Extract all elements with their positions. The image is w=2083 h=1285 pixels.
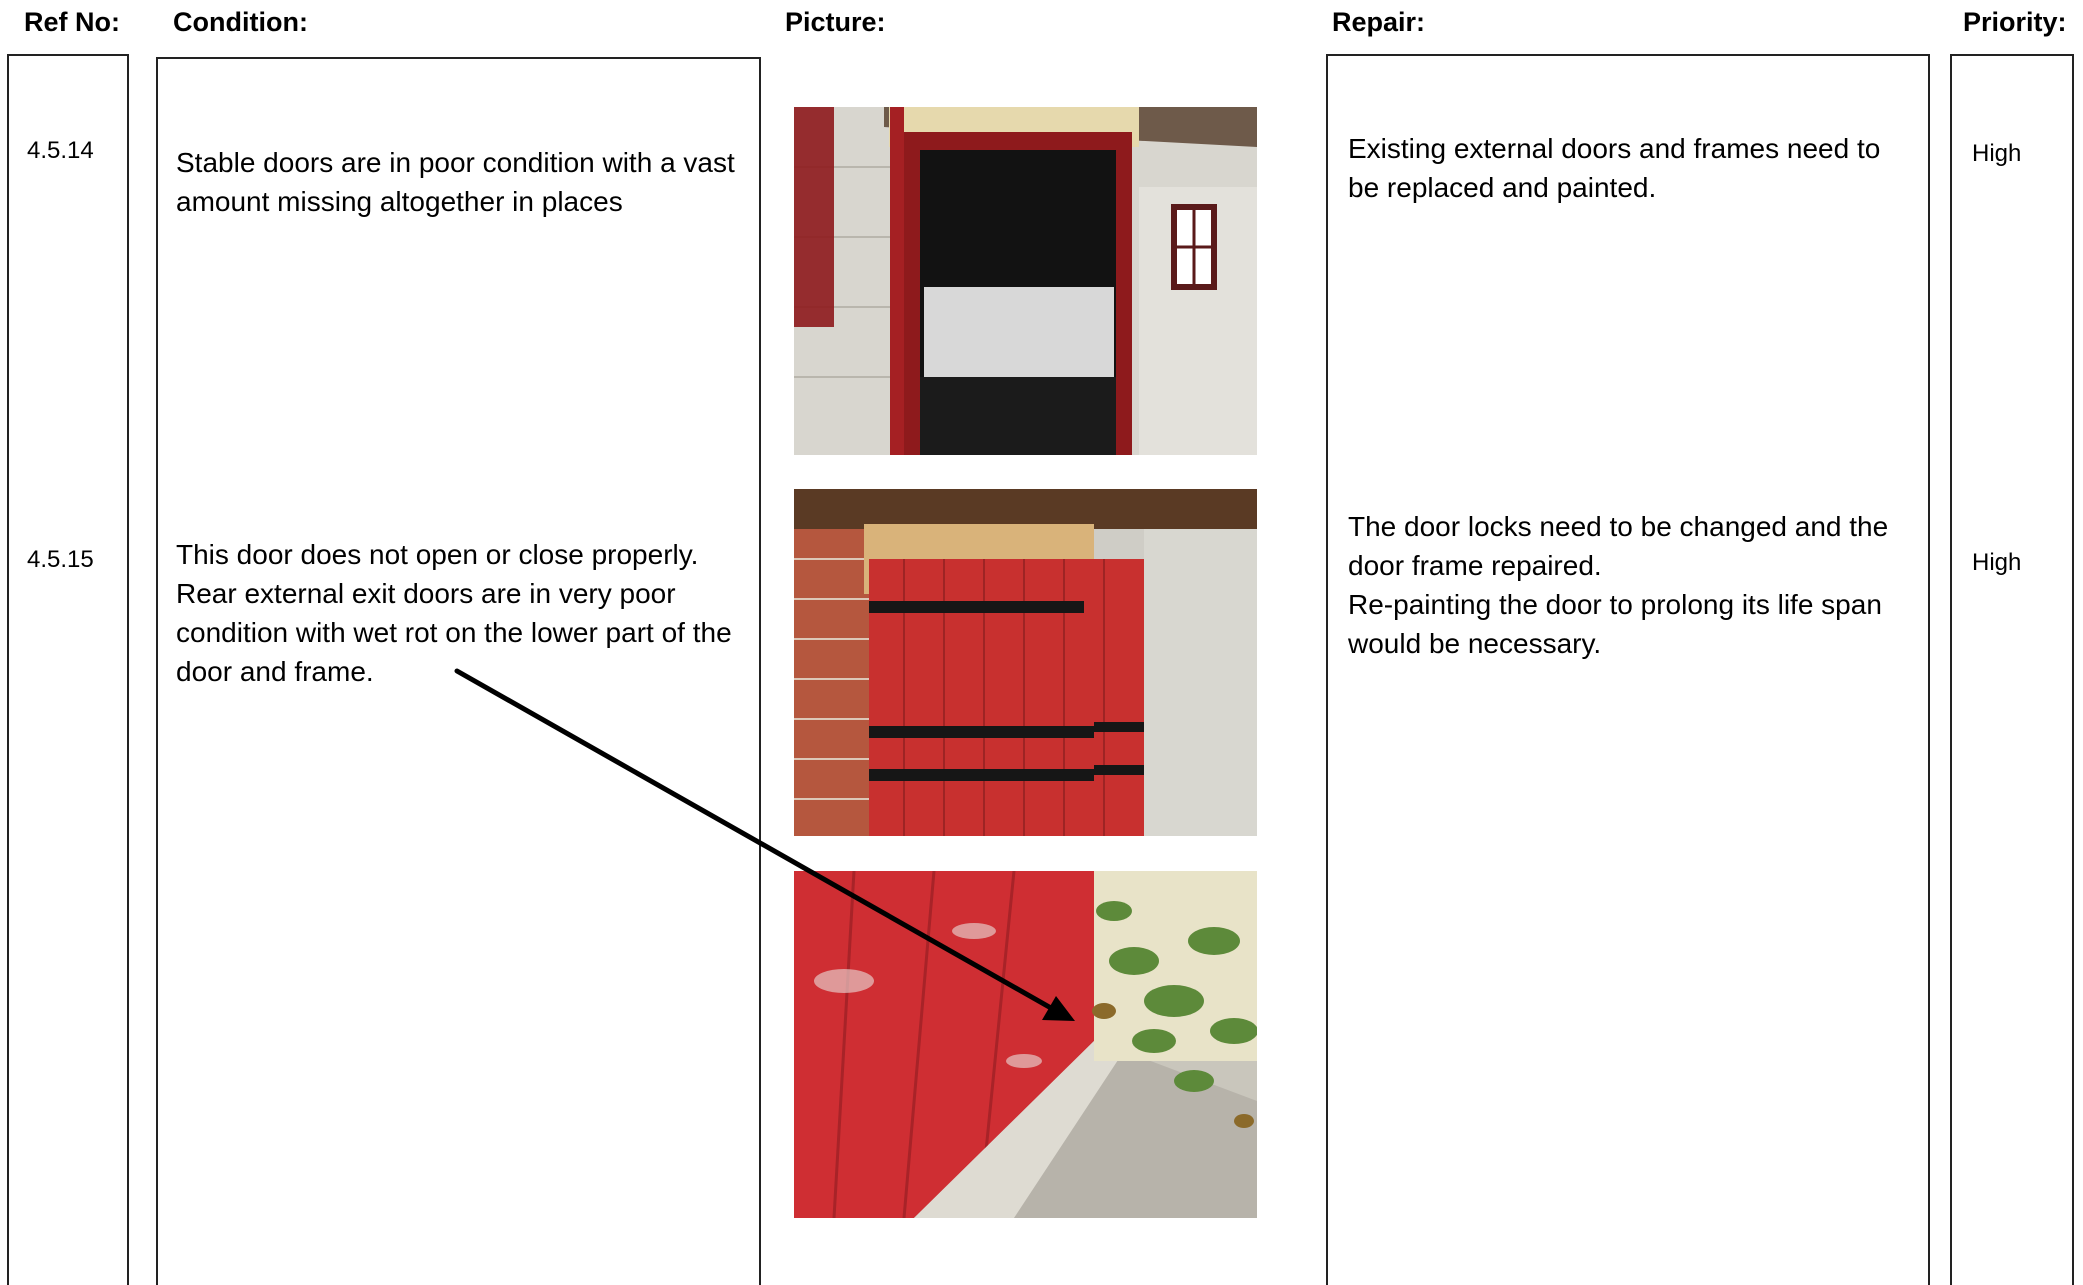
- ref-column-box: [7, 54, 129, 1285]
- stable-doorway-photo: [794, 107, 1257, 455]
- condition-text: This door does not open or close properl…: [176, 539, 732, 687]
- header-repair: Repair:: [1332, 7, 1426, 37]
- priority-value: High: [1972, 549, 2022, 576]
- repair-column-box: [1326, 54, 1930, 1285]
- repair-line: Re-painting the door to prolong its life…: [1348, 589, 1882, 659]
- door-wet-rot-photo: [794, 871, 1257, 1218]
- header-picture: Picture:: [785, 7, 886, 37]
- repair-text: Existing external doors and frames need …: [1348, 133, 1881, 203]
- header-condition: Condition:: [173, 7, 308, 37]
- ref-number: 4.5.15: [27, 546, 94, 573]
- repair-text: The door locks need to be changed and th…: [1348, 507, 1918, 663]
- red-door-photo: [794, 489, 1257, 836]
- priority-value: High: [1972, 140, 2022, 167]
- header-priority: Priority:: [1963, 7, 2067, 37]
- repair-line: The door locks need to be changed and th…: [1348, 511, 1889, 581]
- header-ref-no: Ref No:: [24, 7, 120, 37]
- priority-column-box: [1950, 54, 2074, 1285]
- ref-number: 4.5.14: [27, 137, 94, 164]
- condition-text: Stable doors are in poor condition with …: [176, 147, 735, 217]
